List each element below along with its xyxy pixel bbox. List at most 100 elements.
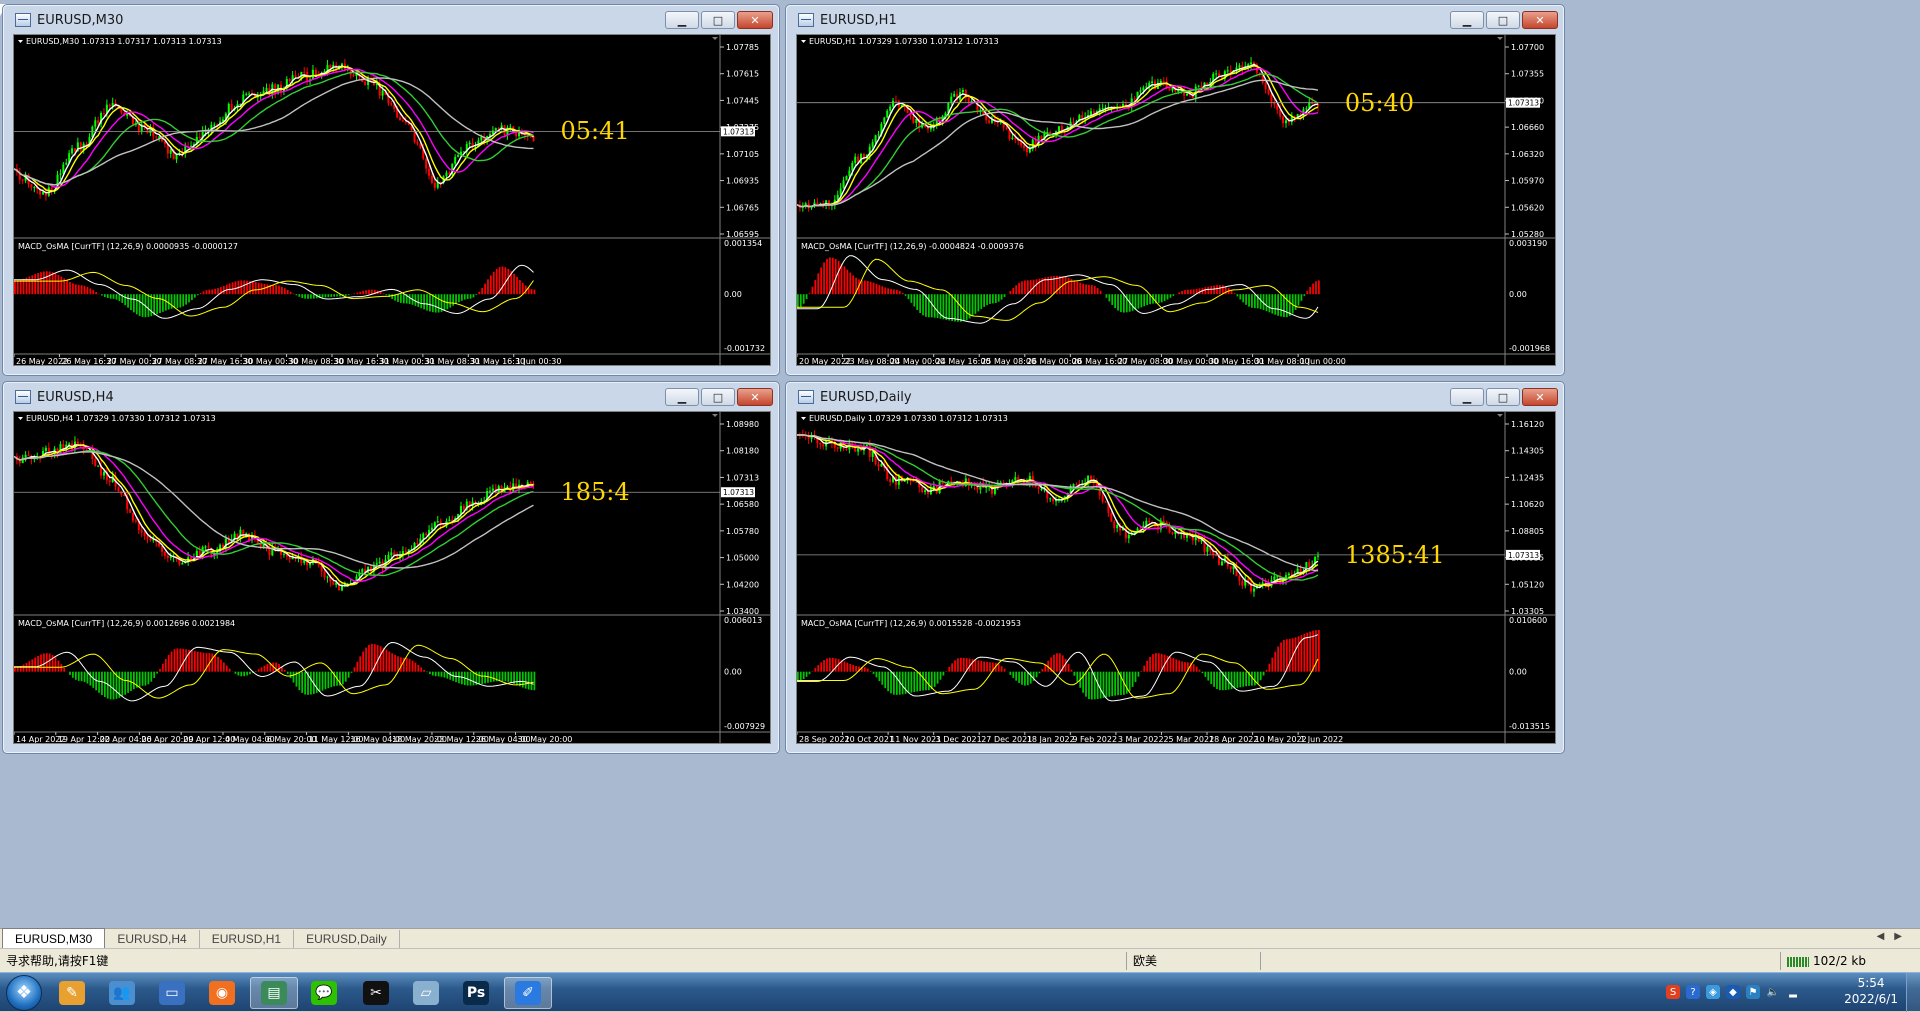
tab-eurusd-daily[interactable]: EURUSD,Daily (294, 930, 400, 948)
candle-body (921, 487, 923, 492)
candle-body (207, 546, 209, 547)
status-bar: 寻求帮助,请按F1键 欧美 102/2 kb (0, 948, 1920, 972)
minimize-button[interactable]: ▁ (1450, 388, 1484, 406)
osma-bar (432, 294, 434, 312)
price-chart[interactable]: 1.161201.143051.124351.106201.088051.069… (796, 411, 1556, 744)
system-clock[interactable]: 5:54 2022/6/1 (1844, 975, 1898, 1007)
osma-bar (473, 672, 475, 686)
osma-bar (58, 661, 60, 672)
chart-canvas[interactable]: 1.089801.081801.073131.065801.057801.050… (14, 412, 771, 744)
candle-body (77, 442, 79, 445)
osma-bar (37, 273, 39, 294)
close-button[interactable]: ✕ (737, 388, 773, 406)
maximize-button[interactable]: □ (1486, 11, 1520, 29)
taskbar-app-capcut[interactable]: ✂ (352, 977, 400, 1009)
osma-bar (1009, 291, 1011, 294)
osma-bar (333, 294, 335, 296)
time-tick-label: 1 Jun 2022 (1300, 735, 1343, 744)
taskbar-app-contacts[interactable]: 👥 (98, 977, 146, 1009)
taskbar-app-media[interactable]: ◉ (198, 977, 246, 1009)
osma-bar (1257, 672, 1259, 684)
signal-icon[interactable]: ▂ (1786, 985, 1800, 999)
status-divider (1260, 952, 1267, 970)
window-titlebar[interactable]: EURUSD,Daily ▁ □ ✕ (790, 385, 1560, 409)
osma-bar (40, 272, 42, 294)
osma-bar (1135, 672, 1137, 682)
candle-body (1081, 115, 1083, 119)
osma-bar (118, 294, 120, 301)
tab-eurusd-h4[interactable]: EURUSD,H4 (105, 930, 199, 948)
close-button[interactable]: ✕ (737, 11, 773, 29)
osma-bar (66, 280, 68, 294)
ohlc-header: EURUSD,M30 1.07313 1.07317 1.07313 1.073… (26, 37, 222, 46)
osma-bar (348, 672, 350, 678)
osma-bar (49, 654, 51, 672)
minimize-button[interactable]: ▁ (1450, 11, 1484, 29)
osma-bar (330, 672, 332, 687)
price-chart[interactable]: 1.077001.073551.070101.066601.063201.059… (796, 34, 1556, 366)
close-button[interactable]: ✕ (1522, 388, 1558, 406)
maximize-button[interactable]: □ (701, 11, 735, 29)
chart-window-h1[interactable]: EURUSD,H1 ▁ □ ✕ 1.077001.073551.070101.0… (785, 4, 1565, 376)
security-icon[interactable]: S (1666, 985, 1680, 999)
candle-body (866, 445, 868, 446)
osma-bar (977, 660, 979, 671)
osma-bar (1172, 294, 1174, 296)
volume-icon[interactable]: 🔈 (1766, 985, 1780, 999)
osma-bar (179, 294, 181, 307)
osma-bar (327, 672, 329, 688)
window-titlebar[interactable]: EURUSD,H4 ▁ □ ✕ (7, 385, 775, 409)
taskbar-app-notes[interactable]: ▱ (402, 977, 450, 1009)
taskbar-app-wechat[interactable]: 💬 (300, 977, 348, 1009)
candle-body (144, 532, 146, 536)
chart-window-d1[interactable]: EURUSD,Daily ▁ □ ✕ 1.161201.143051.12435… (785, 381, 1565, 754)
window-titlebar[interactable]: EURUSD,M30 ▁ □ ✕ (7, 8, 775, 32)
taskbar-app-photoshop[interactable]: Ps (452, 977, 500, 1009)
osma-bar (153, 672, 155, 678)
candle-body (1102, 108, 1104, 109)
osma-bar (438, 294, 440, 312)
osma-bar (249, 672, 251, 675)
price-tick-label: 1.07700 (1511, 43, 1544, 52)
price-chart[interactable]: 1.077851.076151.074451.072751.071051.069… (13, 34, 771, 366)
taskbar-app-paint[interactable]: ✎ (48, 977, 96, 1009)
osma-bar (1266, 294, 1268, 311)
minimize-button[interactable]: ▁ (665, 11, 699, 29)
chart-canvas[interactable]: 1.077851.076151.074451.072751.071051.069… (14, 35, 771, 366)
taskbar-app-pen-app[interactable]: ✐ (504, 977, 552, 1009)
osma-bar (31, 659, 33, 671)
maximize-button[interactable]: □ (1486, 388, 1520, 406)
osma-bar (1298, 636, 1300, 671)
close-button[interactable]: ✕ (1522, 11, 1558, 29)
osma-bar (1181, 661, 1183, 671)
minimize-button[interactable]: ▁ (665, 388, 699, 406)
osma-bar (534, 290, 536, 295)
tab-eurusd-h1[interactable]: EURUSD,H1 (200, 930, 294, 948)
flag-icon[interactable]: ⚑ (1746, 985, 1760, 999)
chart-window-h4[interactable]: EURUSD,H4 ▁ □ ✕ 1.089801.081801.073131.0… (2, 381, 780, 754)
candle-body (416, 142, 418, 143)
tab-scroll-arrows[interactable]: ◀▶ (1877, 931, 1912, 942)
osma-bar (423, 294, 425, 309)
help-icon[interactable]: ? (1686, 985, 1700, 999)
osma-bar (890, 672, 892, 694)
chart-canvas[interactable]: 1.161201.143051.124351.106201.088051.069… (797, 412, 1556, 744)
taskbar-app-desktop[interactable]: ▭ (148, 977, 196, 1009)
maximize-button[interactable]: □ (701, 388, 735, 406)
tab-eurusd-m30[interactable]: EURUSD,M30 (2, 928, 105, 948)
osma-bar (896, 672, 898, 695)
start-button[interactable] (6, 975, 42, 1011)
osma-bar (29, 277, 31, 295)
price-chart[interactable]: 1.089801.081801.073131.065801.057801.050… (13, 411, 771, 744)
network-icon[interactable]: ◈ (1706, 985, 1720, 999)
osma-bar (1303, 634, 1305, 672)
shield-icon[interactable]: ◆ (1726, 985, 1740, 999)
osma-bar (1074, 280, 1076, 294)
candle-body (405, 551, 407, 552)
chart-canvas[interactable]: 1.077001.073551.070101.066601.063201.059… (797, 35, 1556, 366)
window-titlebar[interactable]: EURUSD,H1 ▁ □ ✕ (790, 8, 1560, 32)
osma-bar (60, 277, 62, 295)
chart-window-m30[interactable]: EURUSD,M30 ▁ □ ✕ 1.077851.076151.074451.… (2, 4, 780, 376)
taskbar-app-metatrader[interactable]: ▤ (250, 977, 298, 1009)
show-desktop-button[interactable] (1906, 973, 1920, 1012)
